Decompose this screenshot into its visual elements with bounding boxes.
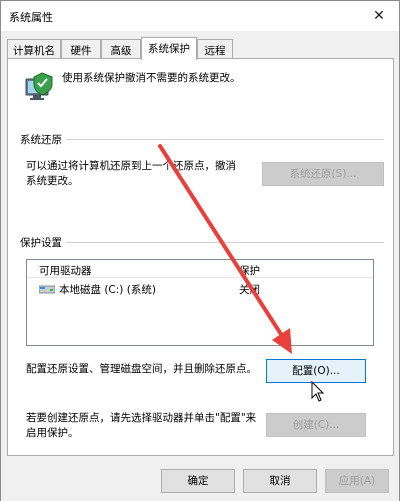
intro-text: 使用系统保护撤消不需要的系统更改。 — [62, 72, 241, 84]
system-restore-button[interactable]: 系统还原(S)... — [262, 162, 384, 186]
configure-button[interactable]: 配置(O)... — [266, 359, 366, 383]
column-available-drives[interactable]: 可用驱动器 — [39, 263, 92, 278]
cancel-button[interactable]: 取消 — [243, 469, 317, 493]
column-protection[interactable]: 保护 — [239, 263, 260, 278]
create-description-line1: 若要创建还原点，请先选择驱动器并单击"配置"来 — [26, 412, 257, 424]
protection-group-label: 保护设置 — [20, 235, 66, 250]
tab-advanced[interactable]: 高级 — [101, 39, 141, 59]
window-title: 系统属性 — [9, 11, 53, 24]
create-description-line2: 启用保护。 — [26, 427, 79, 439]
dialog-footer: 确定 取消 应用(A) — [1, 457, 399, 501]
restore-group-divider — [22, 139, 384, 140]
system-properties-window: 系统属性 ✕ 计算机名 硬件 高级 系统保护 远程 使用系统保护撤消不需要的系统… — [0, 0, 400, 501]
tab-remote[interactable]: 远程 — [197, 39, 233, 59]
tab-hardware[interactable]: 硬件 — [61, 39, 101, 59]
system-protection-panel: 使用系统保护撤消不需要的系统更改。 系统还原 可以通过将计算机还原到上一个还原点… — [7, 58, 394, 456]
ok-button[interactable]: 确定 — [161, 469, 235, 493]
drive-icon — [39, 285, 55, 294]
drive-list[interactable]: 可用驱动器 保护 本地磁盘 (C:) (系统) 关闭 — [26, 259, 374, 346]
create-button[interactable]: 创建(C)... — [266, 413, 366, 437]
apply-button[interactable]: 应用(A) — [325, 469, 389, 493]
restore-description-line2: 系统更改。 — [26, 175, 79, 187]
restore-group-label: 系统还原 — [20, 132, 66, 147]
drive-name: 本地磁盘 (C:) (系统) — [59, 284, 156, 296]
close-icon[interactable]: ✕ — [361, 1, 397, 31]
configure-description: 配置还原设置、管理磁盘空间，并且删除还原点。 — [26, 363, 257, 375]
restore-description-line1: 可以通过将计算机还原到上一个还原点，撤消 — [26, 160, 236, 172]
protection-group-divider — [22, 242, 384, 243]
tab-computer-name[interactable]: 计算机名 — [7, 39, 61, 59]
drive-protection-status: 关闭 — [239, 284, 260, 296]
drive-list-header: 可用驱动器 保护 — [27, 260, 373, 278]
tab-system-protection[interactable]: 系统保护 — [141, 37, 197, 60]
title-bar: 系统属性 ✕ — [1, 1, 399, 31]
system-protection-icon — [25, 72, 53, 100]
table-row[interactable]: 本地磁盘 (C:) (系统) 关闭 — [27, 280, 373, 298]
